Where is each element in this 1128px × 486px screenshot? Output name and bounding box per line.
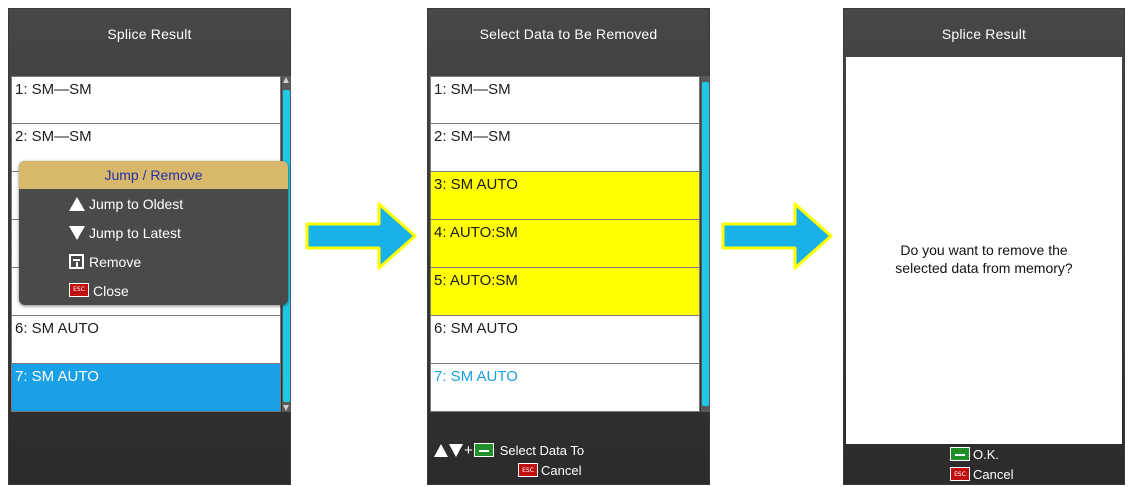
- screen-title: Select Data to Be Removed: [479, 26, 658, 42]
- list-item-current[interactable]: 7: SM AUTO: [430, 364, 700, 412]
- splice-result-list: 1: SM—SM 2: SM—SM 3: SM AUTO 4: AUTO:SM …: [430, 76, 700, 412]
- cancel-label: Cancel: [541, 462, 582, 478]
- esc-icon: ESC: [69, 282, 91, 299]
- list-item-highlighted[interactable]: 4: AUTO:SM: [430, 220, 700, 268]
- menu-item-label: Jump to Latest: [89, 224, 181, 241]
- flow-arrow-icon: [305, 202, 417, 270]
- footer-hints: O.K. ESC Cancel: [844, 444, 1124, 484]
- scroll-down-icon: [283, 405, 289, 411]
- enter-icon[interactable]: [473, 443, 494, 457]
- triangle-down-icon: [69, 225, 87, 241]
- list-item[interactable]: 2: SM—SM: [430, 124, 700, 172]
- list-item[interactable]: 6: SM AUTO: [11, 316, 281, 364]
- ok-hint[interactable]: O.K.: [844, 444, 1124, 464]
- enter-icon: [950, 447, 970, 461]
- triangle-up-icon: [69, 196, 87, 212]
- plus-sign: +: [464, 441, 473, 459]
- cancel-hint[interactable]: ESC Cancel: [428, 460, 709, 480]
- message-line: selected data from memory?: [895, 260, 1073, 276]
- menu-item-label: Jump to Oldest: [89, 195, 184, 212]
- list-item[interactable]: 1: SM—SM: [11, 76, 281, 124]
- jump-remove-popup: Jump / Remove Jump to Oldest Jump to Lat…: [19, 161, 288, 305]
- jump-to-oldest-item[interactable]: Jump to Oldest: [19, 189, 288, 218]
- remove-item[interactable]: Remove: [19, 247, 288, 276]
- list-item-selected[interactable]: 7: SM AUTO: [11, 364, 281, 412]
- select-data-label: Select Data To: [499, 442, 585, 458]
- cancel-hint[interactable]: ESC Cancel: [844, 464, 1124, 484]
- cancel-label: Cancel: [973, 466, 1014, 482]
- footer-hints: + Select Data To ESC Cancel: [428, 440, 709, 484]
- menu-item-label: Close: [93, 282, 129, 299]
- screen-confirm-remove: Splice Result Do you want to remove the …: [843, 8, 1125, 485]
- popup-title: Jump / Remove: [19, 161, 288, 189]
- triangle-up-icon: [434, 443, 448, 457]
- screen-select-data-to-remove: Select Data to Be Removed 1: SM—SM 2: SM…: [427, 8, 710, 485]
- screen-splice-result-popup: Splice Result 1: SM—SM 2: SM—SM 6: SM AU…: [8, 8, 291, 485]
- scrollbar-thumb[interactable]: [702, 82, 709, 406]
- flow-arrow-icon: [721, 202, 833, 270]
- select-hint: + Select Data To: [428, 440, 709, 460]
- menu-item-label: Remove: [89, 253, 142, 270]
- screen-title: Splice Result: [941, 26, 1027, 42]
- scrollbar[interactable]: [701, 76, 710, 412]
- esc-icon: ESC: [950, 467, 970, 481]
- list-item[interactable]: 6: SM AUTO: [430, 316, 700, 364]
- screen-title: Splice Result: [107, 26, 192, 42]
- triangle-down-icon: [449, 443, 463, 457]
- esc-icon: ESC: [518, 463, 538, 477]
- ok-label: O.K.: [973, 446, 1000, 462]
- close-item[interactable]: ESC Close: [19, 276, 288, 305]
- confirm-message: Do you want to remove the selected data …: [848, 241, 1120, 277]
- list-item-highlighted[interactable]: 5: AUTO:SM: [430, 268, 700, 316]
- remove-icon: [69, 253, 87, 270]
- scroll-up-icon: [283, 77, 289, 83]
- message-line: Do you want to remove the: [900, 242, 1068, 258]
- list-item-highlighted[interactable]: 3: SM AUTO: [430, 172, 700, 220]
- jump-to-latest-item[interactable]: Jump to Latest: [19, 218, 288, 247]
- list-item[interactable]: 1: SM—SM: [430, 76, 700, 124]
